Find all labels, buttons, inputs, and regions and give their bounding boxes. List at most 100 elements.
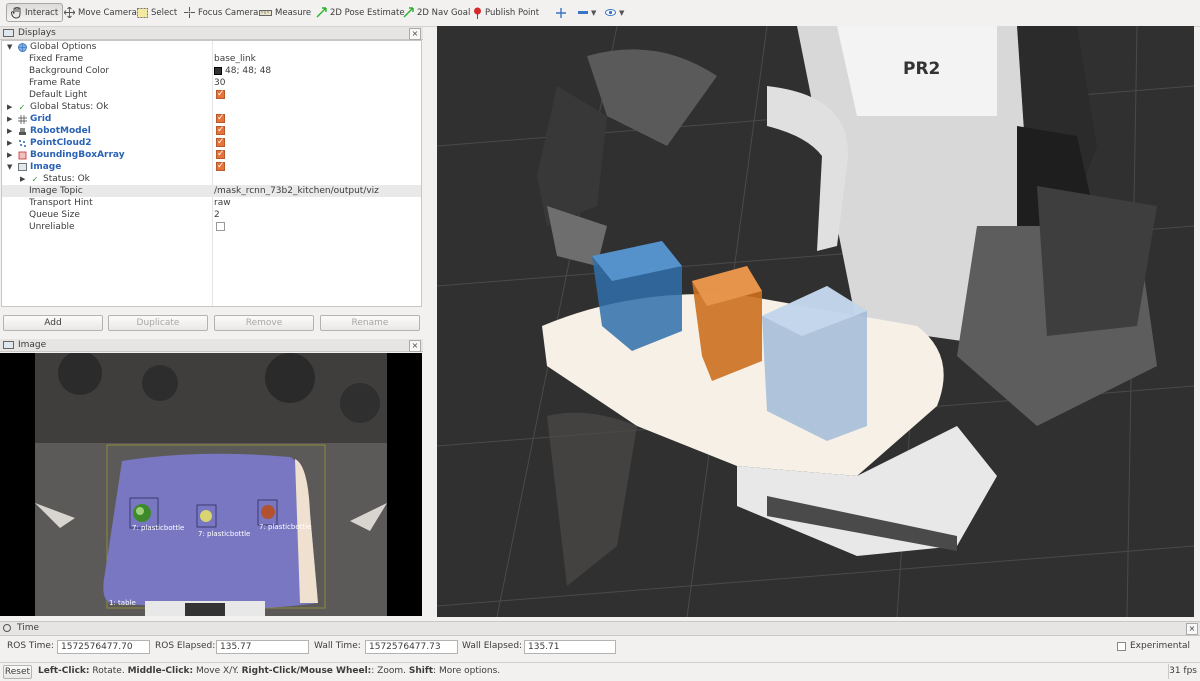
- focus-camera-tool-label: Focus Camera: [198, 7, 259, 18]
- image-topic-value[interactable]: /mask_rcnn_73b2_kitchen/output/viz: [214, 185, 379, 197]
- tree-label: RobotModel: [30, 126, 91, 136]
- tree-label: Status: Ok: [43, 174, 90, 184]
- expand-arrow-icon[interactable]: ▼: [7, 41, 12, 53]
- queue-size-value[interactable]: 2: [214, 209, 220, 221]
- experimental-toggle[interactable]: Experimental: [1117, 641, 1190, 651]
- tree-row-image-status[interactable]: ▶ ✓ Status: Ok: [2, 173, 421, 185]
- tree-label: Global Options: [30, 42, 97, 52]
- time-panel-title: Time: [17, 623, 40, 633]
- expand-arrow-icon[interactable]: ▶: [7, 137, 12, 149]
- publish-point-tool-button[interactable]: Publish Point: [469, 3, 543, 22]
- 2d-nav-goal-tool-label: 2D Nav Goal: [417, 7, 471, 18]
- tree-label: Default Light: [29, 90, 88, 100]
- select-tool-label: Select: [151, 7, 178, 18]
- image-icon: [3, 341, 14, 349]
- move-camera-tool-button[interactable]: Move Camera: [60, 3, 141, 22]
- 2d-pose-estimate-tool-label: 2D Pose Estimate: [330, 7, 405, 18]
- select-icon: [137, 7, 148, 18]
- 2d-nav-goal-tool-button[interactable]: 2D Nav Goal: [399, 3, 474, 22]
- 3d-render-viewport[interactable]: PR2: [437, 26, 1194, 617]
- expand-arrow-icon[interactable]: ▶: [7, 113, 12, 125]
- image-icon: [17, 162, 27, 172]
- wall-time-field[interactable]: 1572576477.73: [365, 640, 458, 654]
- eye-icon: [605, 9, 616, 16]
- robot-model-enabled-checkbox[interactable]: [216, 124, 225, 136]
- detection-label: 7: plasticbottle: [198, 530, 251, 538]
- default-light-checkbox[interactable]: [216, 88, 225, 100]
- hand-icon: [11, 6, 21, 18]
- expand-arrow-icon[interactable]: ▶: [7, 101, 12, 113]
- measure-icon: [259, 9, 272, 16]
- tree-row-global-status[interactable]: ▶ ✓ Global Status: Ok: [2, 101, 421, 113]
- detection-label: 1: table: [109, 599, 136, 607]
- color-swatch: [214, 67, 222, 75]
- nav-goal-arrow-icon: [403, 7, 414, 18]
- pr2-logo-text: PR2: [903, 59, 940, 79]
- expand-arrow-icon[interactable]: ▶: [7, 125, 12, 137]
- tree-row-image-topic[interactable]: Image Topic /mask_rcnn_73b2_kitchen/outp…: [2, 185, 421, 197]
- tree-label: Grid: [30, 114, 52, 124]
- focus-camera-tool-button[interactable]: Focus Camera: [180, 3, 262, 22]
- tree-row-queue-size[interactable]: Queue Size 2: [2, 209, 421, 221]
- pose-arrow-icon: [316, 7, 327, 18]
- measure-tool-label: Measure: [275, 7, 312, 18]
- tree-row-global-options[interactable]: ▼ Global Options: [2, 41, 421, 53]
- ros-elapsed-field[interactable]: 135.77: [216, 640, 309, 654]
- remove-display-button[interactable]: Remove: [214, 315, 314, 331]
- tree-row-frame-rate[interactable]: Frame Rate 30: [2, 77, 421, 89]
- close-icon[interactable]: ×: [409, 28, 421, 40]
- expand-arrow-icon[interactable]: ▼: [7, 161, 12, 173]
- experimental-checkbox[interactable]: [1117, 641, 1126, 651]
- tree-row-transport-hint[interactable]: Transport Hint raw: [2, 197, 421, 209]
- close-icon[interactable]: ×: [1186, 623, 1198, 635]
- measure-tool-button[interactable]: Measure: [255, 3, 315, 22]
- pin-icon: [474, 7, 481, 19]
- select-tool-button[interactable]: Select: [133, 3, 181, 22]
- duplicate-display-button[interactable]: Duplicate: [108, 315, 208, 331]
- move-camera-icon: [64, 7, 75, 18]
- chevron-down-icon: ▼: [591, 8, 597, 17]
- ros-time-field[interactable]: 1572576477.70: [57, 640, 150, 654]
- tree-row-bounding-box-array[interactable]: ▶ BoundingBoxArray: [2, 148, 421, 161]
- image-enabled-checkbox[interactable]: [216, 160, 225, 172]
- camera-image-view[interactable]: 7: plasticbottle 7: plasticbottle 7: pla…: [0, 353, 422, 616]
- transport-hint-value[interactable]: raw: [214, 197, 231, 209]
- add-tool-button[interactable]: [552, 3, 570, 22]
- rename-display-button[interactable]: Rename: [320, 315, 420, 331]
- plus-crosshair-icon: [556, 7, 566, 18]
- tree-label: Frame Rate: [29, 78, 81, 88]
- tree-row-grid[interactable]: ▶ Grid: [2, 112, 421, 125]
- tree-row-fixed-frame[interactable]: Fixed Frame base_link: [2, 53, 421, 65]
- publish-point-tool-label: Publish Point: [485, 7, 540, 18]
- detection-label: 7: plasticbottle: [132, 524, 185, 532]
- pointcloud2-enabled-checkbox[interactable]: [216, 136, 225, 148]
- expand-arrow-icon[interactable]: ▶: [20, 173, 25, 185]
- reset-button[interactable]: Reset: [3, 665, 32, 679]
- close-icon[interactable]: ×: [409, 340, 421, 352]
- tree-row-default-light[interactable]: Default Light: [2, 88, 421, 101]
- tree-row-image[interactable]: ▼ Image: [2, 160, 421, 173]
- tree-row-robot-model[interactable]: ▶ RobotModel: [2, 124, 421, 137]
- 2d-pose-estimate-tool-button[interactable]: 2D Pose Estimate: [312, 3, 409, 22]
- tree-label: PointCloud2: [30, 138, 92, 148]
- remove-tool-dropdown[interactable]: ▼: [574, 3, 600, 22]
- tree-row-unreliable[interactable]: Unreliable: [2, 221, 421, 233]
- bounding-box-array-enabled-checkbox[interactable]: [216, 148, 225, 160]
- interact-tool-button[interactable]: Interact: [6, 3, 64, 22]
- image-panel-title: Image: [18, 340, 47, 350]
- tree-row-pointcloud2[interactable]: ▶ PointCloud2: [2, 136, 421, 149]
- visibility-dropdown[interactable]: ▼: [601, 3, 628, 22]
- bounding-box-icon: [17, 150, 27, 160]
- tree-label: Image Topic: [29, 186, 83, 196]
- ok-check-icon: ✓: [31, 174, 39, 184]
- tree-row-background-color[interactable]: Background Color 48; 48; 48: [2, 65, 421, 77]
- clock-icon: [3, 624, 11, 632]
- expand-arrow-icon[interactable]: ▶: [7, 149, 12, 161]
- unreliable-checkbox[interactable]: [216, 222, 225, 231]
- wall-elapsed-field[interactable]: 135.71: [524, 640, 616, 654]
- focus-camera-icon: [184, 7, 195, 18]
- fixed-frame-value[interactable]: base_link: [214, 53, 256, 65]
- grid-enabled-checkbox[interactable]: [216, 112, 225, 124]
- background-color-value[interactable]: 48; 48; 48: [214, 65, 271, 77]
- add-display-button[interactable]: Add: [3, 315, 103, 331]
